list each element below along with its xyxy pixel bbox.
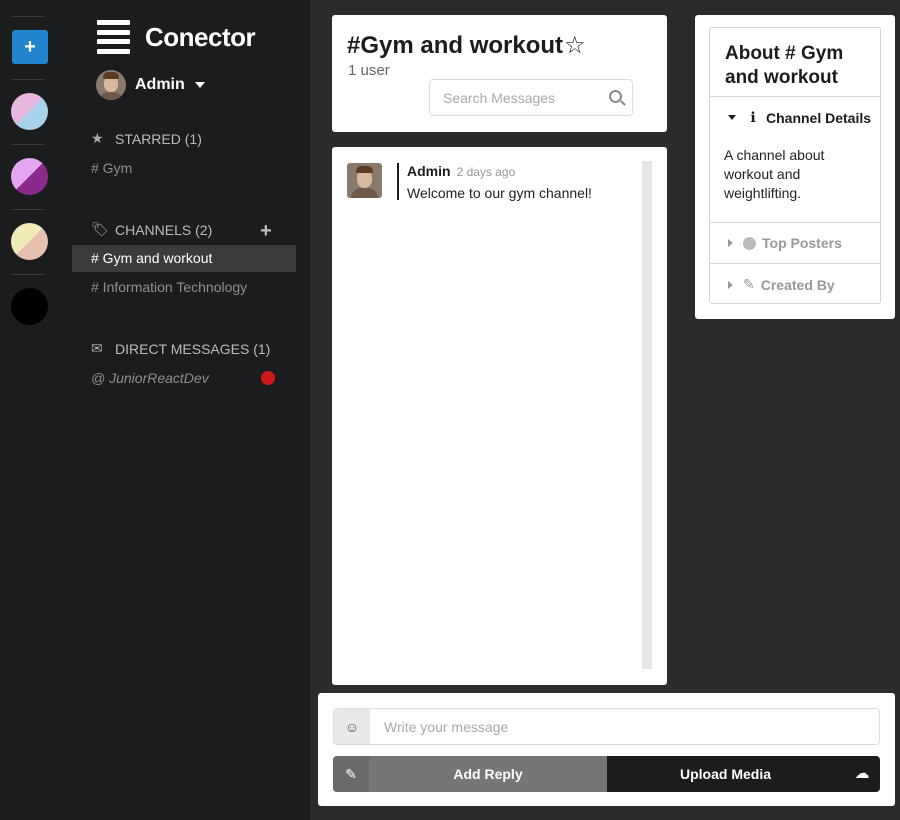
message-time: 2 days ago xyxy=(456,165,516,179)
envelope-icon: ✉ xyxy=(91,340,103,356)
about-panel: About # Gym and workout ℹ Channel Detail… xyxy=(695,15,895,319)
user-name: Admin xyxy=(135,76,185,93)
upload-media-label: Upload Media xyxy=(679,766,771,782)
divider xyxy=(710,263,880,264)
scrollbar[interactable] xyxy=(642,161,652,669)
add-channel-button[interactable]: + xyxy=(260,220,272,243)
rail-divider xyxy=(12,16,44,17)
message-text: Welcome to our gym channel! xyxy=(407,185,592,201)
top-posters-toggle[interactable]: Top Posters xyxy=(728,235,842,251)
user-dropdown[interactable]: Admin xyxy=(96,70,205,100)
about-accordion: About # Gym and workout ℹ Channel Detail… xyxy=(709,27,881,304)
message-input[interactable]: ☺ Write your message xyxy=(333,708,880,745)
channel-title: #Gym and workout ☆ xyxy=(347,31,586,60)
rail-divider xyxy=(12,274,44,275)
add-reply-button[interactable]: ✎ Add Reply xyxy=(333,756,607,792)
search-input[interactable]: Search Messages xyxy=(429,79,633,116)
upload-media-button[interactable]: Upload Media ☁ xyxy=(607,756,880,792)
dm-item-juniorreactdev[interactable]: @ JuniorReactDev xyxy=(91,370,209,386)
about-title: About # Gym and workout xyxy=(725,43,844,88)
channels-label: CHANNELS (2) xyxy=(115,221,213,238)
rail-divider xyxy=(12,79,44,80)
channel-item-information-technology[interactable]: # Information Technology xyxy=(91,279,247,295)
triangle-right-icon xyxy=(728,280,733,289)
message: Admin 2 days ago Welcome to our gym chann… xyxy=(347,163,592,201)
message-composer: ☺ Write your message ✎ Add Reply Upload … xyxy=(318,693,895,806)
smile-icon[interactable]: ☺ xyxy=(334,709,370,744)
color-rail: + xyxy=(0,0,60,820)
color-swatch[interactable] xyxy=(11,223,48,260)
channel-header: #Gym and workout ☆ 1 user Search Message… xyxy=(332,15,667,132)
triangle-down-icon xyxy=(728,115,736,120)
edit-icon: ✎ xyxy=(333,756,369,792)
user-circle-icon xyxy=(743,236,756,250)
channel-details-body: A channel about workout and weightliftin… xyxy=(724,147,825,201)
sidebar: Conector Admin ★ STARRED (1) # Gym 🏷 CHA… xyxy=(60,0,310,820)
starred-header: ★ STARRED (1) xyxy=(91,130,202,147)
message-meta: Admin 2 days ago xyxy=(407,163,592,181)
starred-item-gym[interactable]: # Gym xyxy=(91,160,132,176)
top-posters-label: Top Posters xyxy=(762,235,842,251)
direct-messages-label: DIRECT MESSAGES (1) xyxy=(115,340,271,357)
offline-status-dot xyxy=(261,371,275,385)
direct-messages-header: ✉ DIRECT MESSAGES (1) xyxy=(91,340,270,357)
search-icon xyxy=(609,90,622,103)
channel-details-toggle[interactable]: ℹ Channel Details xyxy=(728,109,871,126)
channel-details-label: Channel Details xyxy=(766,109,872,126)
message-placeholder: Write your message xyxy=(384,719,509,735)
hamburger-logo-icon xyxy=(97,20,130,54)
add-color-button[interactable]: + xyxy=(12,30,48,64)
created-by-label: Created By xyxy=(760,276,835,293)
add-reply-label: Add Reply xyxy=(453,766,523,782)
triangle-right-icon xyxy=(728,239,733,247)
divider xyxy=(710,96,880,97)
star-outline-icon[interactable]: ☆ xyxy=(564,31,586,60)
brand-title: Conector xyxy=(145,21,256,52)
avatar xyxy=(96,70,126,100)
info-icon: ℹ xyxy=(750,109,756,125)
messages-panel: Admin 2 days ago Welcome to our gym chann… xyxy=(332,147,667,685)
channel-item-gym-and-workout[interactable]: # Gym and workout xyxy=(72,245,296,272)
color-swatch[interactable] xyxy=(11,93,48,130)
rail-divider xyxy=(12,209,44,210)
color-swatch[interactable] xyxy=(11,288,48,325)
rail-divider xyxy=(12,144,44,145)
search-placeholder: Search Messages xyxy=(443,90,556,106)
tags-icon: 🏷 xyxy=(91,221,109,237)
starred-label: STARRED (1) xyxy=(115,130,202,147)
message-avatar xyxy=(347,163,382,198)
pencil-icon: ✎ xyxy=(743,276,755,292)
divider xyxy=(710,222,880,223)
channel-title-text: #Gym and workout xyxy=(347,31,564,59)
brand: Conector xyxy=(97,20,256,54)
star-icon: ★ xyxy=(91,130,104,146)
user-count: 1 user xyxy=(348,62,390,79)
message-author: Admin xyxy=(407,163,451,179)
message-content: Admin 2 days ago Welcome to our gym chann… xyxy=(397,163,592,201)
cloud-upload-icon: ☁ xyxy=(854,765,870,782)
channels-header: 🏷 CHANNELS (2) xyxy=(91,221,212,238)
caret-down-icon xyxy=(194,82,205,88)
created-by-toggle[interactable]: ✎ Created By xyxy=(728,276,835,293)
color-swatch[interactable] xyxy=(11,158,48,195)
